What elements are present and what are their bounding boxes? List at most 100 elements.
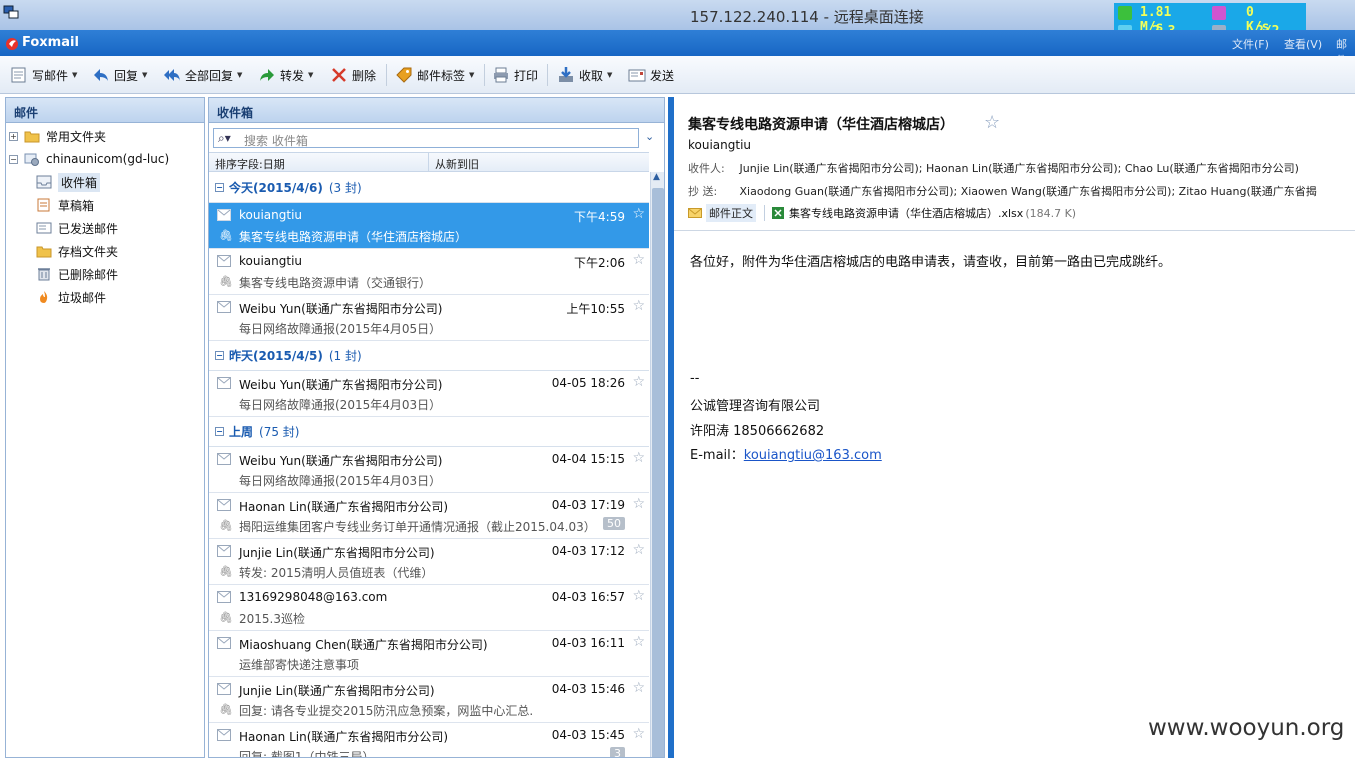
recipients-row: 收件人: Junjie Lin(联通广东省揭阳市分公司); Haonan Lin… [688,160,1299,176]
mail-subject: 运维部寄快递注意事项 [239,658,360,672]
star-icon[interactable]: ☆ [632,450,645,466]
chevron-down-icon[interactable]: ▼ [237,71,242,79]
tag-button[interactable]: 邮件标签 ▼ [395,64,474,86]
mail-item[interactable]: Junjie Lin(联通广东省揭阳市分公司) 04-03 17:12 ☆ 🖇 … [209,539,649,585]
menu-view[interactable]: 查看(V) [1284,36,1322,52]
print-button[interactable]: 打印 [492,64,538,86]
sort-order[interactable]: 从新到旧 [435,156,479,172]
mail-item[interactable]: Miaoshuang Chen(联通广东省揭阳市分公司) 04-03 16:11… [209,631,649,677]
star-icon[interactable]: ☆ [632,680,645,696]
sort-divider [428,153,429,171]
mail-sender: Junjie Lin(联通广东省揭阳市分公司) [239,684,435,698]
foxmail-logo-icon [6,38,18,50]
mail-item[interactable]: kouiangtiu 下午2:06 ☆ 🖇 集客专线电路资源申请（交通银行） [209,249,649,295]
mail-list-header: 收件箱 [209,98,664,123]
collapse-icon[interactable]: − [215,427,224,436]
chevron-down-icon[interactable]: ▼ [72,71,77,79]
chevron-down-icon[interactable]: ▼ [308,71,313,79]
envelope-icon [217,499,231,511]
mail-time: 04-04 15:15 [551,452,625,466]
collapse-icon[interactable]: − [215,183,224,192]
mail-item[interactable]: Weibu Yun(联通广东省揭阳市分公司) 上午10:55 ☆ 每日网络故障通… [209,295,649,341]
compose-button[interactable]: 写邮件 ▼ [10,64,77,86]
star-icon[interactable]: ☆ [632,588,645,604]
mail-item[interactable]: Weibu Yun(联通广东省揭阳市分公司) 04-04 15:15 ☆ 每日网… [209,447,649,493]
mail-item[interactable]: Haonan Lin(联通广东省揭阳市分公司) 04-03 15:45 ☆ 回复… [209,723,649,757]
folder-common[interactable]: + 常用文件夹 [9,125,106,147]
group-yesterday[interactable]: − 昨天(2015/4/5) (1 封) [209,341,649,371]
to-recipients[interactable]: Junjie Lin(联通广东省揭阳市分公司); Haonan Lin(联通广东… [740,162,1299,175]
group-last-week[interactable]: − 上周 (75 封) [209,417,649,447]
star-icon[interactable]: ☆ [632,634,645,650]
account-label: chinaunicom(gd-luc) [46,152,170,166]
cc-recipients[interactable]: Xiaodong Guan(联通广东省揭阳市分公司); Xiaowen Wang… [740,185,1317,198]
forward-button[interactable]: 转发 ▼ [258,64,313,86]
folder-deleted[interactable]: 已删除邮件 [36,263,118,285]
drafts-icon [37,198,50,212]
envelope-icon [217,729,231,741]
mail-subject: 回复: 请各专业提交2015防汛应急预案，网监中心汇总. [239,704,534,718]
inbox-icon [36,175,52,189]
folder-spam[interactable]: 垃圾邮件 [36,286,106,308]
envelope-icon [217,377,231,389]
group-today[interactable]: − 今天(2015/4/6) (3 封) [209,173,649,203]
sent-icon [36,222,52,234]
reply-all-button[interactable]: 全部回复 ▼ [163,64,242,86]
mail-list-scrollbar[interactable]: ▲ [650,172,664,757]
chevron-down-icon[interactable]: ▼ [607,71,612,79]
mail-subject: 每日网络故障通报(2015年4月03日） [239,398,442,412]
mail-item[interactable]: Junjie Lin(联通广东省揭阳市分公司) 04-03 15:46 ☆ 🖇 … [209,677,649,723]
signature-email-row: E-mail：kouiangtiu@163.com [690,444,882,463]
star-icon[interactable]: ☆ [984,112,1000,133]
account-node[interactable]: − chinaunicom(gd-luc) [9,148,169,170]
chevron-down-icon[interactable]: ▼ [469,71,474,79]
mail-item[interactable]: kouiangtiu 下午4:59 ☆ 🖇 集客专线电路资源申请（华住酒店榕城店… [209,203,649,249]
app-title-bar: Foxmail 文件(F) 查看(V) 邮件 [0,30,1355,67]
scroll-up-icon[interactable]: ▲ [653,172,660,182]
cc-label: 抄 送: [688,185,718,198]
mail-item[interactable]: 13169298048@163.com 04-03 16:57 ☆ 🖇 2015… [209,585,649,631]
star-icon[interactable]: ☆ [632,206,645,222]
star-icon[interactable]: ☆ [632,542,645,558]
toolbar-divider [484,64,485,86]
attachment-name[interactable]: 集客专线电路资源申请（华住酒店榕城店）.xlsx [789,205,1023,221]
search-input[interactable]: ⌕▾ 搜索 收件箱 [213,128,639,148]
menu-file[interactable]: 文件(F) [1232,36,1269,52]
mail-time: 下午2:06 [574,256,625,270]
expand-icon[interactable]: + [9,131,18,141]
mail-item[interactable]: Haonan Lin(联通广东省揭阳市分公司) 04-03 17:19 ☆ 🖇 … [209,493,649,539]
body-tab[interactable]: 邮件正文 [706,204,756,222]
chevron-down-icon[interactable]: ▼ [142,71,147,79]
reply-label: 回复 [114,68,139,83]
envelope-icon [217,209,231,221]
collapse-icon[interactable]: − [215,351,224,360]
reply-all-label: 全部回复 [185,68,234,83]
folder-sent[interactable]: 已发送邮件 [36,217,118,239]
reply-button[interactable]: 回复 ▼ [92,64,147,86]
star-icon[interactable]: ☆ [632,298,645,314]
delete-button[interactable]: 删除 [330,64,376,86]
folder-archive[interactable]: 存档文件夹 [36,240,118,262]
sort-field[interactable]: 排序字段:日期 [215,156,285,172]
star-icon[interactable]: ☆ [632,496,645,512]
star-icon[interactable]: ☆ [632,726,645,742]
collapse-icon[interactable]: − [9,154,18,164]
send-button[interactable]: 发送 [628,64,674,86]
star-icon[interactable]: ☆ [632,252,645,268]
message-from[interactable]: kouiangtiu [688,138,751,152]
group-count: (3 封) [328,181,362,195]
cc-row: 抄 送: Xiaodong Guan(联通广东省揭阳市分公司); Xiaowen… [688,183,1317,199]
expand-search-icon[interactable]: ⌄ [645,130,654,143]
folder-drafts[interactable]: 草稿箱 [36,194,94,216]
email-link[interactable]: kouiangtiu@163.com [744,448,882,463]
trash-icon [38,268,50,281]
mail-time: 04-03 17:12 [551,544,625,558]
receive-button[interactable]: 收取 ▼ [557,64,612,86]
scroll-thumb[interactable] [652,188,664,757]
mail-sender: Weibu Yun(联通广东省揭阳市分公司) [239,378,443,392]
star-icon[interactable]: ☆ [632,374,645,390]
mail-subject: 集客专线电路资源申请（交通银行） [239,276,432,290]
folder-inbox[interactable]: 收件箱 [36,171,101,193]
search-placeholder: 搜索 收件箱 [244,134,308,148]
mail-item[interactable]: Weibu Yun(联通广东省揭阳市分公司) 04-05 18:26 ☆ 每日网… [209,371,649,417]
